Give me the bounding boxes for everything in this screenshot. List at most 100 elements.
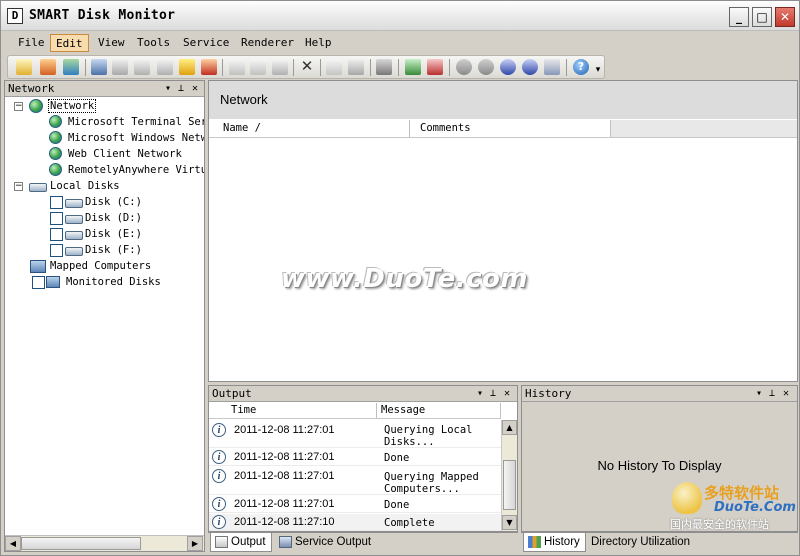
gear-icon[interactable] — [456, 59, 472, 75]
export-icon[interactable] — [63, 59, 79, 75]
close-icon[interactable]: ✕ — [504, 386, 510, 401]
pin-icon[interactable]: ⊥ — [769, 386, 775, 401]
tree-node-mapped-computers[interactable]: Mapped Computers — [50, 258, 151, 274]
empty-state-text: No History To Display — [597, 458, 722, 473]
tab-history[interactable]: History — [523, 533, 586, 552]
settings-icon[interactable] — [500, 59, 516, 75]
import-icon[interactable] — [405, 59, 421, 75]
new-icon[interactable] — [16, 59, 32, 75]
copy-icon[interactable] — [229, 59, 245, 75]
scroll-thumb[interactable] — [503, 460, 516, 510]
pane-dropdown-icon[interactable]: ▾ — [165, 81, 171, 96]
disk-checkbox[interactable] — [50, 196, 63, 209]
network-tree: − Network Microsoft Terminal Serv Micros… — [5, 98, 204, 535]
connect-icon[interactable] — [40, 59, 56, 75]
mascot-icon — [672, 482, 702, 514]
horizontal-scrollbar[interactable]: ◀ ▶ — [5, 535, 204, 551]
report-icon[interactable] — [544, 59, 560, 75]
scroll-thumb[interactable] — [21, 537, 141, 550]
network-icon — [49, 163, 62, 176]
tree-node-network-provider[interactable]: RemotelyAnywhere Virtu — [68, 162, 204, 178]
delete-icon[interactable] — [201, 59, 217, 75]
pane-dropdown-icon[interactable]: ▾ — [477, 386, 483, 401]
vertical-scrollbar[interactable]: ▲ ▼ — [501, 420, 517, 531]
tree-node-disk[interactable]: Disk (D:) — [85, 210, 142, 226]
network-tree-pane: Network ▾ ⊥ ✕ − Network Microsoft Termin… — [4, 80, 205, 552]
tab-service-output[interactable]: Service Output — [275, 533, 376, 552]
monitored-disks-checkbox[interactable] — [32, 276, 45, 289]
table-row[interactable]: i 2011-12-08 11:27:10 Complete — [209, 514, 501, 531]
paste-icon[interactable] — [250, 59, 266, 75]
export-table-icon[interactable] — [427, 59, 443, 75]
tab-directory-utilization[interactable]: Directory Utilization — [585, 533, 695, 552]
tree-node-local-disks[interactable]: Local Disks — [50, 178, 120, 194]
help-icon[interactable]: ? — [573, 59, 589, 75]
tab-label: Output — [231, 536, 266, 548]
service-output-tab-icon — [279, 536, 292, 548]
network-panel: Network Name / Comments www.DuoTe.com — [208, 80, 798, 382]
pin-icon[interactable]: ⊥ — [490, 386, 496, 401]
tree-node-network-provider[interactable]: Microsoft Terminal Serv — [68, 114, 204, 130]
tree-node-network-provider[interactable]: Microsoft Windows Netwo — [68, 130, 204, 146]
pane-title: Output — [212, 387, 252, 400]
pane-dropdown-icon[interactable]: ▾ — [756, 386, 762, 401]
table-row[interactable]: i 2011-12-08 11:27:01 Querying Local Dis… — [209, 420, 501, 448]
column-header-time[interactable]: Time — [227, 403, 377, 418]
tree-node-disk[interactable]: Disk (E:) — [85, 226, 142, 242]
upload-icon[interactable] — [134, 59, 150, 75]
close-icon[interactable]: ✕ — [783, 386, 789, 401]
warning-icon[interactable] — [179, 59, 195, 75]
properties-icon[interactable] — [91, 59, 107, 75]
table-row[interactable]: i 2011-12-08 11:27:01 Done — [209, 496, 501, 513]
minimize-button[interactable]: _ — [729, 7, 749, 27]
output-list-header: Time Message — [209, 403, 501, 419]
config-icon[interactable] — [522, 59, 538, 75]
menu-view[interactable]: View — [93, 34, 130, 52]
table-row[interactable]: i 2011-12-08 11:27:01 Querying Mapped Co… — [209, 467, 501, 495]
print-icon[interactable] — [348, 59, 364, 75]
close-icon[interactable]: ✕ — [192, 81, 198, 96]
menu-help[interactable]: Help — [300, 34, 337, 52]
scroll-right-button[interactable]: ▶ — [187, 536, 203, 551]
tools-icon[interactable] — [376, 59, 392, 75]
column-header-name[interactable]: Name / — [209, 120, 410, 137]
tree-node-network-provider[interactable]: Web Client Network — [68, 146, 182, 162]
cut-icon[interactable]: ✕ — [299, 59, 315, 75]
overflow-icon[interactable]: ▾ — [594, 59, 602, 75]
tab-output[interactable]: Output — [210, 533, 272, 552]
collapse-toggle[interactable]: − — [14, 102, 23, 111]
menu-file[interactable]: File — [13, 34, 50, 52]
table-row[interactable]: i 2011-12-08 11:27:01 Done — [209, 449, 501, 466]
info-icon: i — [212, 497, 226, 511]
app-window: D SMART Disk Monitor _ □ ✕ File Edit Vie… — [0, 0, 800, 556]
row-time: 2011-12-08 11:27:01 — [234, 498, 335, 510]
gears-icon[interactable] — [478, 59, 494, 75]
pin-icon[interactable]: ⊥ — [178, 81, 184, 96]
disk-checkbox[interactable] — [50, 244, 63, 257]
maximize-button[interactable]: □ — [752, 7, 772, 27]
menu-edit[interactable]: Edit — [50, 34, 89, 52]
output-tabstrip: Output Service Output — [208, 532, 518, 552]
monitored-disks-icon — [46, 276, 60, 288]
disk-checkbox[interactable] — [50, 212, 63, 225]
disk-checkbox[interactable] — [50, 228, 63, 241]
scroll-down-button[interactable]: ▼ — [502, 515, 517, 530]
collapse-toggle[interactable]: − — [14, 182, 23, 191]
download-icon[interactable] — [157, 59, 173, 75]
column-header-comments[interactable]: Comments — [410, 120, 611, 137]
check-icon[interactable] — [112, 59, 128, 75]
menu-tools[interactable]: Tools — [132, 34, 175, 52]
menu-renderer[interactable]: Renderer — [236, 34, 299, 52]
tree-node-network[interactable]: Network — [47, 98, 97, 114]
tree-node-monitored-disks[interactable]: Monitored Disks — [66, 274, 161, 290]
tree-node-disk[interactable]: Disk (C:) — [85, 194, 142, 210]
menu-service[interactable]: Service — [178, 34, 234, 52]
tree-node-disk[interactable]: Disk (F:) — [85, 242, 142, 258]
column-header-message[interactable]: Message — [377, 403, 501, 418]
close-button[interactable]: ✕ — [775, 7, 795, 27]
info-icon: i — [212, 423, 226, 437]
clipboard-icon[interactable] — [326, 59, 342, 75]
scroll-up-button[interactable]: ▲ — [502, 420, 517, 435]
scroll-left-button[interactable]: ◀ — [5, 536, 21, 551]
save-icon[interactable] — [272, 59, 288, 75]
